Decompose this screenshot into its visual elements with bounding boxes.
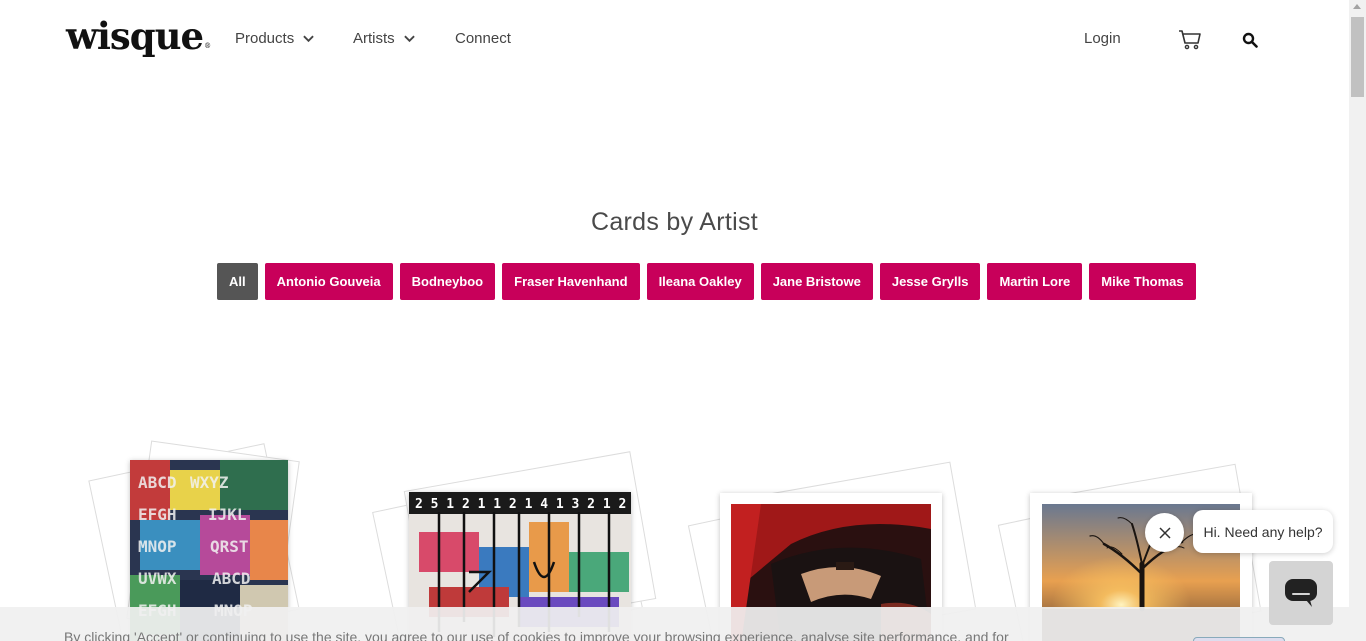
filter-all[interactable]: All bbox=[217, 263, 258, 300]
nav-item-label: Artists bbox=[353, 30, 395, 47]
nav-item-label: Connect bbox=[455, 30, 511, 47]
svg-text:WXYZ: WXYZ bbox=[190, 473, 229, 492]
logo[interactable]: wisque® bbox=[66, 14, 211, 58]
chat-greeting[interactable]: Hi. Need any help? bbox=[1193, 510, 1333, 553]
page-title: Cards by Artist bbox=[590, 208, 759, 236]
filter-martin-lore[interactable]: Martin Lore bbox=[987, 263, 1083, 300]
nav-item-artists[interactable]: Artists bbox=[353, 30, 415, 47]
chevron-down-icon bbox=[303, 35, 314, 43]
svg-text:QRST: QRST bbox=[210, 537, 249, 556]
scrollbar-thumb[interactable] bbox=[1351, 17, 1364, 97]
filter-jesse-grylls[interactable]: Jesse Grylls bbox=[879, 263, 981, 300]
svg-text:2 5 1 2 1 1 2 1 4 1 3 2 1 2: 2 5 1 2 1 1 2 1 4 1 3 2 1 2 bbox=[415, 497, 626, 512]
chat-close-button[interactable] bbox=[1145, 513, 1184, 552]
filter-mike-thomas[interactable]: Mike Thomas bbox=[1089, 263, 1196, 300]
filter-bodneyboo[interactable]: Bodneyboo bbox=[399, 263, 496, 300]
svg-text:ABCD: ABCD bbox=[138, 473, 177, 492]
site-header: wisque® Products Artists Connect Login bbox=[0, 0, 1349, 80]
cookie-text: By clicking 'Accept' or continuing to us… bbox=[64, 629, 1009, 641]
svg-text:IJKL: IJKL bbox=[208, 505, 247, 524]
svg-text:MNOP: MNOP bbox=[138, 537, 177, 556]
nav-item-products[interactable]: Products bbox=[235, 30, 314, 47]
artist-filter-bar: All Antonio Gouveia Bodneyboo Fraser Hav… bbox=[217, 263, 1196, 300]
chevron-down-icon bbox=[403, 35, 415, 43]
search-icon[interactable] bbox=[1242, 32, 1258, 48]
svg-text:EFGH: EFGH bbox=[138, 505, 177, 524]
chat-icon bbox=[1285, 579, 1317, 607]
svg-text:UVWX: UVWX bbox=[138, 569, 177, 588]
cookie-banner: By clicking 'Accept' or continuing to us… bbox=[0, 607, 1349, 641]
nav-item-connect[interactable]: Connect bbox=[455, 30, 511, 47]
logo-text: wisque bbox=[66, 14, 204, 58]
filter-fraser-havenhand[interactable]: Fraser Havenhand bbox=[502, 263, 640, 300]
cookie-accept-button[interactable] bbox=[1193, 637, 1285, 641]
filter-jane-bristowe[interactable]: Jane Bristowe bbox=[760, 263, 873, 300]
chat-launcher-button[interactable] bbox=[1269, 561, 1333, 625]
close-icon bbox=[1158, 526, 1171, 539]
filter-ileana-oakley[interactable]: Ileana Oakley bbox=[646, 263, 754, 300]
cart-icon[interactable] bbox=[1178, 29, 1202, 51]
nav-item-label: Products bbox=[235, 30, 295, 47]
svg-text:ABCD: ABCD bbox=[212, 569, 251, 588]
login-link[interactable]: Login bbox=[1084, 30, 1121, 47]
scroll-up-arrow-icon[interactable] bbox=[1353, 4, 1361, 9]
filter-antonio-gouveia[interactable]: Antonio Gouveia bbox=[264, 263, 393, 300]
trademark-symbol: ® bbox=[204, 42, 211, 50]
